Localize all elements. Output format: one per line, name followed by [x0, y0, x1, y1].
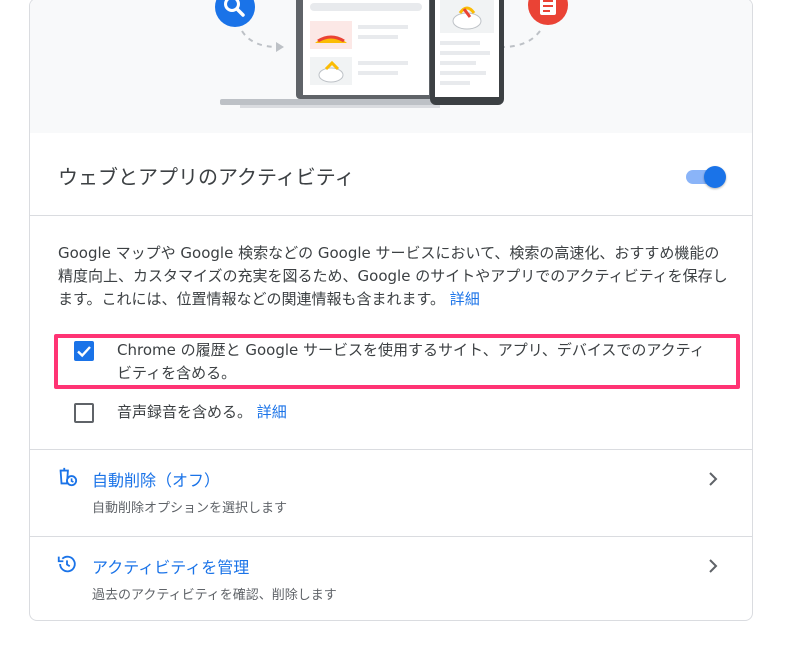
- history-icon: [57, 555, 76, 573]
- voice-recording-option[interactable]: 音声録音を含める。 詳細: [74, 401, 714, 427]
- auto-delete-subtitle: 自動削除オプションを選択します: [92, 501, 288, 516]
- voice-recording-label: 音声録音を含める。: [117, 403, 253, 421]
- voice-details-link[interactable]: 詳細: [257, 403, 287, 421]
- voice-recording-text: 音声録音を含める。 詳細: [117, 401, 717, 424]
- section-title: ウェブとアプリのアクティビティ: [58, 165, 355, 189]
- devices-illustration: [215, 0, 568, 108]
- activity-description: Google マップや Google 検索などの Google サービスにおいて…: [58, 242, 728, 311]
- auto-delete-row[interactable]: 自動削除（オフ） 自動削除オプションを選択します: [30, 450, 752, 536]
- auto-delete-title: 自動削除（オフ）: [92, 471, 221, 490]
- chevron-right-icon: [709, 559, 718, 573]
- document-icon: [528, 0, 568, 25]
- auto-delete-icon: [59, 467, 78, 487]
- manage-activity-subtitle: 過去のアクティビティを確認、削除します: [92, 588, 337, 603]
- voice-recording-checkbox[interactable]: [74, 403, 94, 423]
- manage-activity-title: アクティビティを管理: [92, 558, 250, 577]
- hero-illustration: [30, 0, 752, 133]
- activity-header: ウェブとアプリのアクティビティ: [30, 133, 752, 216]
- manage-activity-row[interactable]: アクティビティを管理 過去のアクティビティを確認、削除します: [30, 537, 752, 620]
- annotation-highlight: [54, 334, 740, 389]
- activity-toggle[interactable]: [684, 165, 726, 188]
- phone-illustration: [430, 0, 504, 105]
- laptop-illustration: [220, 0, 452, 108]
- details-link[interactable]: 詳細: [450, 290, 480, 308]
- activity-card: ウェブとアプリのアクティビティ Google マップや Google 検索などの…: [29, 0, 753, 621]
- toggle-thumb: [704, 166, 726, 188]
- description-text: Google マップや Google 検索などの Google サービスにおいて…: [58, 244, 728, 308]
- chevron-right-icon: [709, 472, 718, 486]
- search-icon: [215, 0, 255, 27]
